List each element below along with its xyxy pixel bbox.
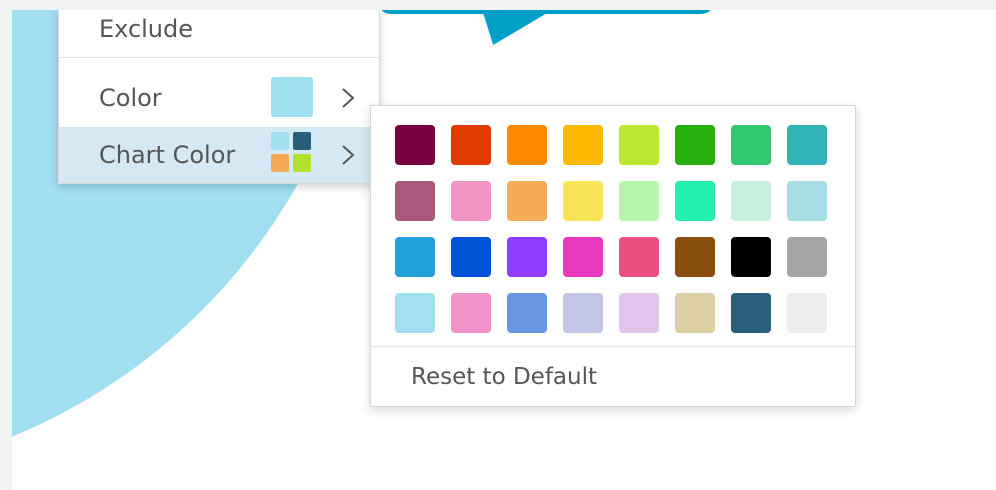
color-swatch[interactable] [563, 181, 603, 221]
current-color-swatch [271, 77, 313, 117]
color-swatch[interactable] [451, 125, 491, 165]
color-swatch[interactable] [731, 293, 771, 333]
color-swatch[interactable] [563, 125, 603, 165]
color-swatch[interactable] [675, 237, 715, 277]
color-swatch[interactable] [619, 237, 659, 277]
palette-row [395, 293, 827, 333]
palette-row [395, 125, 827, 165]
color-swatch[interactable] [395, 125, 435, 165]
chart-canvas: Exclude Color Chart Color Reset to Defau… [12, 10, 996, 490]
chart-color-mini-swatch [271, 154, 289, 172]
color-swatch[interactable] [563, 293, 603, 333]
color-swatch[interactable] [451, 237, 491, 277]
color-swatch[interactable] [507, 181, 547, 221]
chevron-right-icon [342, 145, 355, 165]
color-swatch[interactable] [619, 125, 659, 165]
color-swatch[interactable] [507, 293, 547, 333]
color-swatch[interactable] [507, 237, 547, 277]
color-swatch[interactable] [787, 237, 827, 277]
chevron-right-icon [342, 88, 355, 108]
menu-item-label: Chart Color [99, 141, 236, 169]
menu-item-label: Exclude [99, 15, 194, 43]
color-swatch[interactable] [395, 293, 435, 333]
chart-color-mini-swatch [293, 154, 311, 172]
chart-color-mini-swatch [293, 132, 311, 150]
chart-color-palette: Reset to Default [370, 105, 856, 407]
color-swatch[interactable] [675, 125, 715, 165]
color-swatch[interactable] [787, 293, 827, 333]
color-swatch[interactable] [451, 181, 491, 221]
color-swatch[interactable] [731, 125, 771, 165]
palette-row [395, 237, 827, 277]
context-menu: Exclude Color Chart Color [58, 10, 380, 184]
tooltip-callout [377, 10, 716, 50]
color-swatch[interactable] [451, 293, 491, 333]
color-swatch[interactable] [507, 125, 547, 165]
color-swatch[interactable] [675, 181, 715, 221]
color-swatch[interactable] [619, 181, 659, 221]
menu-item-label: Color [99, 84, 162, 112]
menu-item-color[interactable]: Color [59, 70, 379, 126]
color-swatch[interactable] [619, 293, 659, 333]
menu-divider [59, 57, 379, 58]
color-swatch[interactable] [787, 181, 827, 221]
chart-color-mini-swatch [271, 132, 289, 150]
chart-color-icon [271, 132, 313, 174]
color-swatch[interactable] [675, 293, 715, 333]
color-swatch[interactable] [731, 237, 771, 277]
color-swatch[interactable] [395, 181, 435, 221]
menu-item-exclude[interactable]: Exclude [59, 10, 379, 54]
reset-to-default-button[interactable]: Reset to Default [371, 347, 855, 406]
color-swatch[interactable] [563, 237, 603, 277]
palette-row [395, 181, 827, 221]
color-swatch[interactable] [787, 125, 827, 165]
color-swatch[interactable] [395, 237, 435, 277]
color-swatch[interactable] [731, 181, 771, 221]
menu-item-chart-color[interactable]: Chart Color [59, 127, 379, 183]
